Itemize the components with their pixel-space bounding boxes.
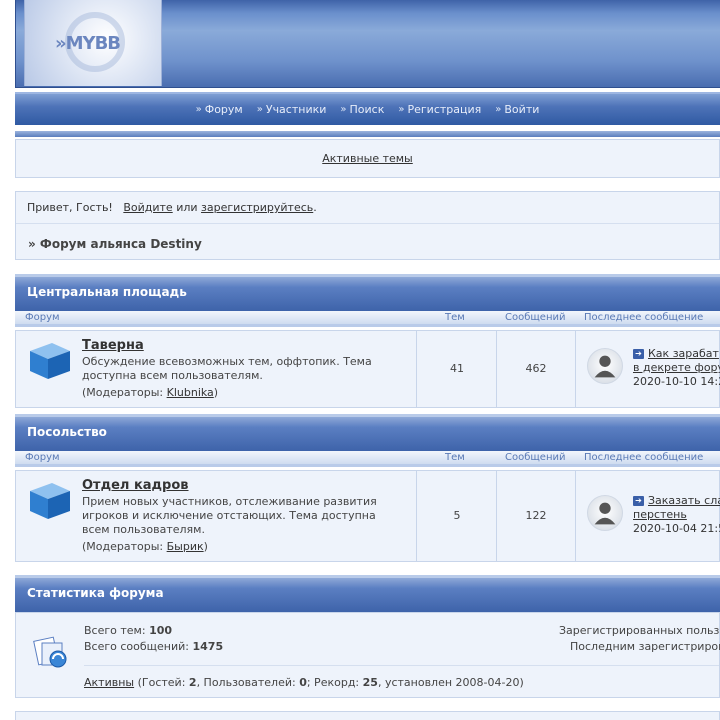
stat-label: Всего сообщений: (84, 640, 189, 653)
col-topics: Тем (445, 452, 465, 463)
mods-close: ) (203, 540, 208, 553)
login-link[interactable]: Войдите (123, 201, 172, 214)
last-post-link[interactable]: Как зарабат (648, 347, 719, 360)
last-post: ➔ Как зарабат в декрете фору 2020-10-10 1… (633, 347, 720, 389)
greeting-suffix: . (313, 201, 317, 214)
mods-label: (Модераторы: (82, 540, 164, 553)
avatar[interactable] (587, 495, 623, 531)
stat-value: 1475 (192, 640, 224, 653)
column-headers: Форум Тем Сообщений Последнее сообщение (15, 311, 720, 327)
divider-bar (15, 131, 720, 137)
col-topics: Тем (445, 312, 465, 323)
register-link[interactable]: зарегистрируйтесь (201, 201, 313, 214)
col-last-post: Последнее сообщение (584, 452, 704, 463)
topics-count: 5 (453, 509, 461, 522)
column-headers: Форум Тем Сообщений Последнее сообщение (15, 451, 720, 467)
col-last-post: Последнее сообщение (584, 312, 704, 323)
mods-label: (Модераторы: (82, 386, 164, 399)
double-chevron-icon: » (256, 104, 263, 115)
double-chevron-icon: » (340, 104, 347, 115)
forum-title[interactable]: Отдел кадров (82, 478, 189, 493)
forum-description: Обсуждение всевозможных тем, оффтопик. Т… (82, 355, 372, 382)
forum-moderators: (Модераторы: Klubnika) (82, 386, 218, 399)
logo-text: »MYBB (55, 33, 121, 54)
nav-members-label: Участники (265, 103, 327, 116)
last-post-link-cont[interactable]: в декрете фору (633, 361, 720, 374)
stats-icon (33, 636, 67, 668)
stat-last-registered: Последним зарегистриров (570, 640, 720, 653)
user-silhouette-icon (594, 502, 616, 525)
footer-panel (15, 711, 720, 720)
last-post-date: 2020-10-04 21:5 (633, 522, 720, 535)
col-posts: Сообщений (505, 312, 566, 323)
go-to-post-icon[interactable]: ➔ (633, 349, 644, 359)
category-header[interactable]: Центральная площадь (15, 274, 720, 311)
greeting-text: Привет, Гость! (27, 201, 113, 214)
last-post-link-cont[interactable]: перстень (633, 508, 687, 521)
user-silhouette-icon (594, 355, 616, 378)
posts-count: 462 (525, 362, 547, 375)
stat-value: 2 (188, 676, 197, 689)
forum-folder-icon (30, 483, 70, 519)
forum-title[interactable]: Таверна (82, 338, 144, 353)
col-posts: Сообщений (505, 452, 566, 463)
moderator-link[interactable]: Klubnika (167, 386, 214, 399)
col-forum: Форум (25, 312, 60, 323)
stat-registered: Зарегистрированных польз (559, 624, 720, 637)
nav-search-label: Поиск (349, 103, 385, 116)
nav-members[interactable]: » Участники (257, 103, 327, 116)
double-chevron-icon: » (195, 104, 202, 115)
last-post: ➔ Заказать сла перстень 2020-10-04 21:5 (633, 494, 720, 536)
forum-moderators: (Модераторы: Бырик) (82, 540, 208, 553)
breadcrumb[interactable]: » Форум альянса Destiny (28, 237, 202, 251)
last-post-link[interactable]: Заказать сла (648, 494, 720, 507)
stat-label: (Гостей: (137, 676, 186, 689)
greeting-or: или (176, 201, 198, 214)
nav-register-label: Регистрация (407, 103, 482, 116)
posts-count: 122 (525, 509, 547, 522)
nav-search[interactable]: » Поиск (340, 103, 384, 116)
nav-forum-label: Форум (204, 103, 243, 116)
site-logo[interactable]: »MYBB (24, 0, 162, 86)
nav-register[interactable]: » Регистрация (398, 103, 481, 116)
forum-header: »MYBB (15, 0, 720, 88)
nav-login-label: Войти (504, 103, 540, 116)
stats-panel: Всего тем: 100 Всего сообщений: 1475 Зар… (15, 612, 720, 698)
nav-login[interactable]: » Войти (495, 103, 539, 116)
greeting-line: Привет, Гость! Войдите или зарегистрируй… (27, 201, 317, 214)
divider (16, 223, 719, 224)
online-stats: Активны (Гостей: 2, Пользователей: 0; Ре… (84, 676, 524, 689)
moderator-link[interactable]: Бырик (167, 540, 204, 553)
category-header[interactable]: Посольство (15, 414, 720, 451)
double-chevron-icon: » (495, 104, 502, 115)
forum-row: Таверна Обсуждение всевозможных тем, офф… (15, 330, 720, 408)
stat-label: Всего тем: (84, 624, 146, 637)
stat-total-topics: Всего тем: 100 (84, 624, 172, 637)
active-topics-link[interactable]: Активные темы (322, 152, 413, 165)
double-chevron-icon: » (398, 104, 405, 115)
active-topics-panel: Активные темы (15, 139, 720, 178)
col-forum: Форум (25, 452, 60, 463)
greeting-panel: Привет, Гость! Войдите или зарегистрируй… (15, 191, 720, 260)
topics-count: 41 (450, 362, 464, 375)
forum-row: Отдел кадров Прием новых участников, отс… (15, 470, 720, 562)
stat-label: ; Рекорд: (306, 676, 360, 689)
stat-value: 0 (299, 676, 307, 689)
stat-label: , установлен 2008-04-20) (377, 676, 524, 689)
stats-header: Статистика форума (15, 575, 720, 612)
stat-total-posts: Всего сообщений: 1475 (84, 640, 223, 653)
forum-description: Прием новых участников, отслеживание раз… (82, 495, 377, 536)
stat-value: 25 (362, 676, 378, 689)
divider (84, 665, 719, 666)
avatar[interactable] (587, 348, 623, 384)
stat-label: , Пользователей: (196, 676, 296, 689)
nav-forum[interactable]: » Форум (196, 103, 243, 116)
stat-value: 100 (149, 624, 173, 637)
last-post-date: 2020-10-10 14:2 (633, 375, 720, 388)
go-to-post-icon[interactable]: ➔ (633, 496, 644, 506)
active-users-link[interactable]: Активны (84, 676, 134, 689)
forum-folder-icon (30, 343, 70, 379)
mods-close: ) (213, 386, 219, 399)
main-navigation: » Форум » Участники » Поиск » Регистрация » В… (15, 92, 720, 125)
